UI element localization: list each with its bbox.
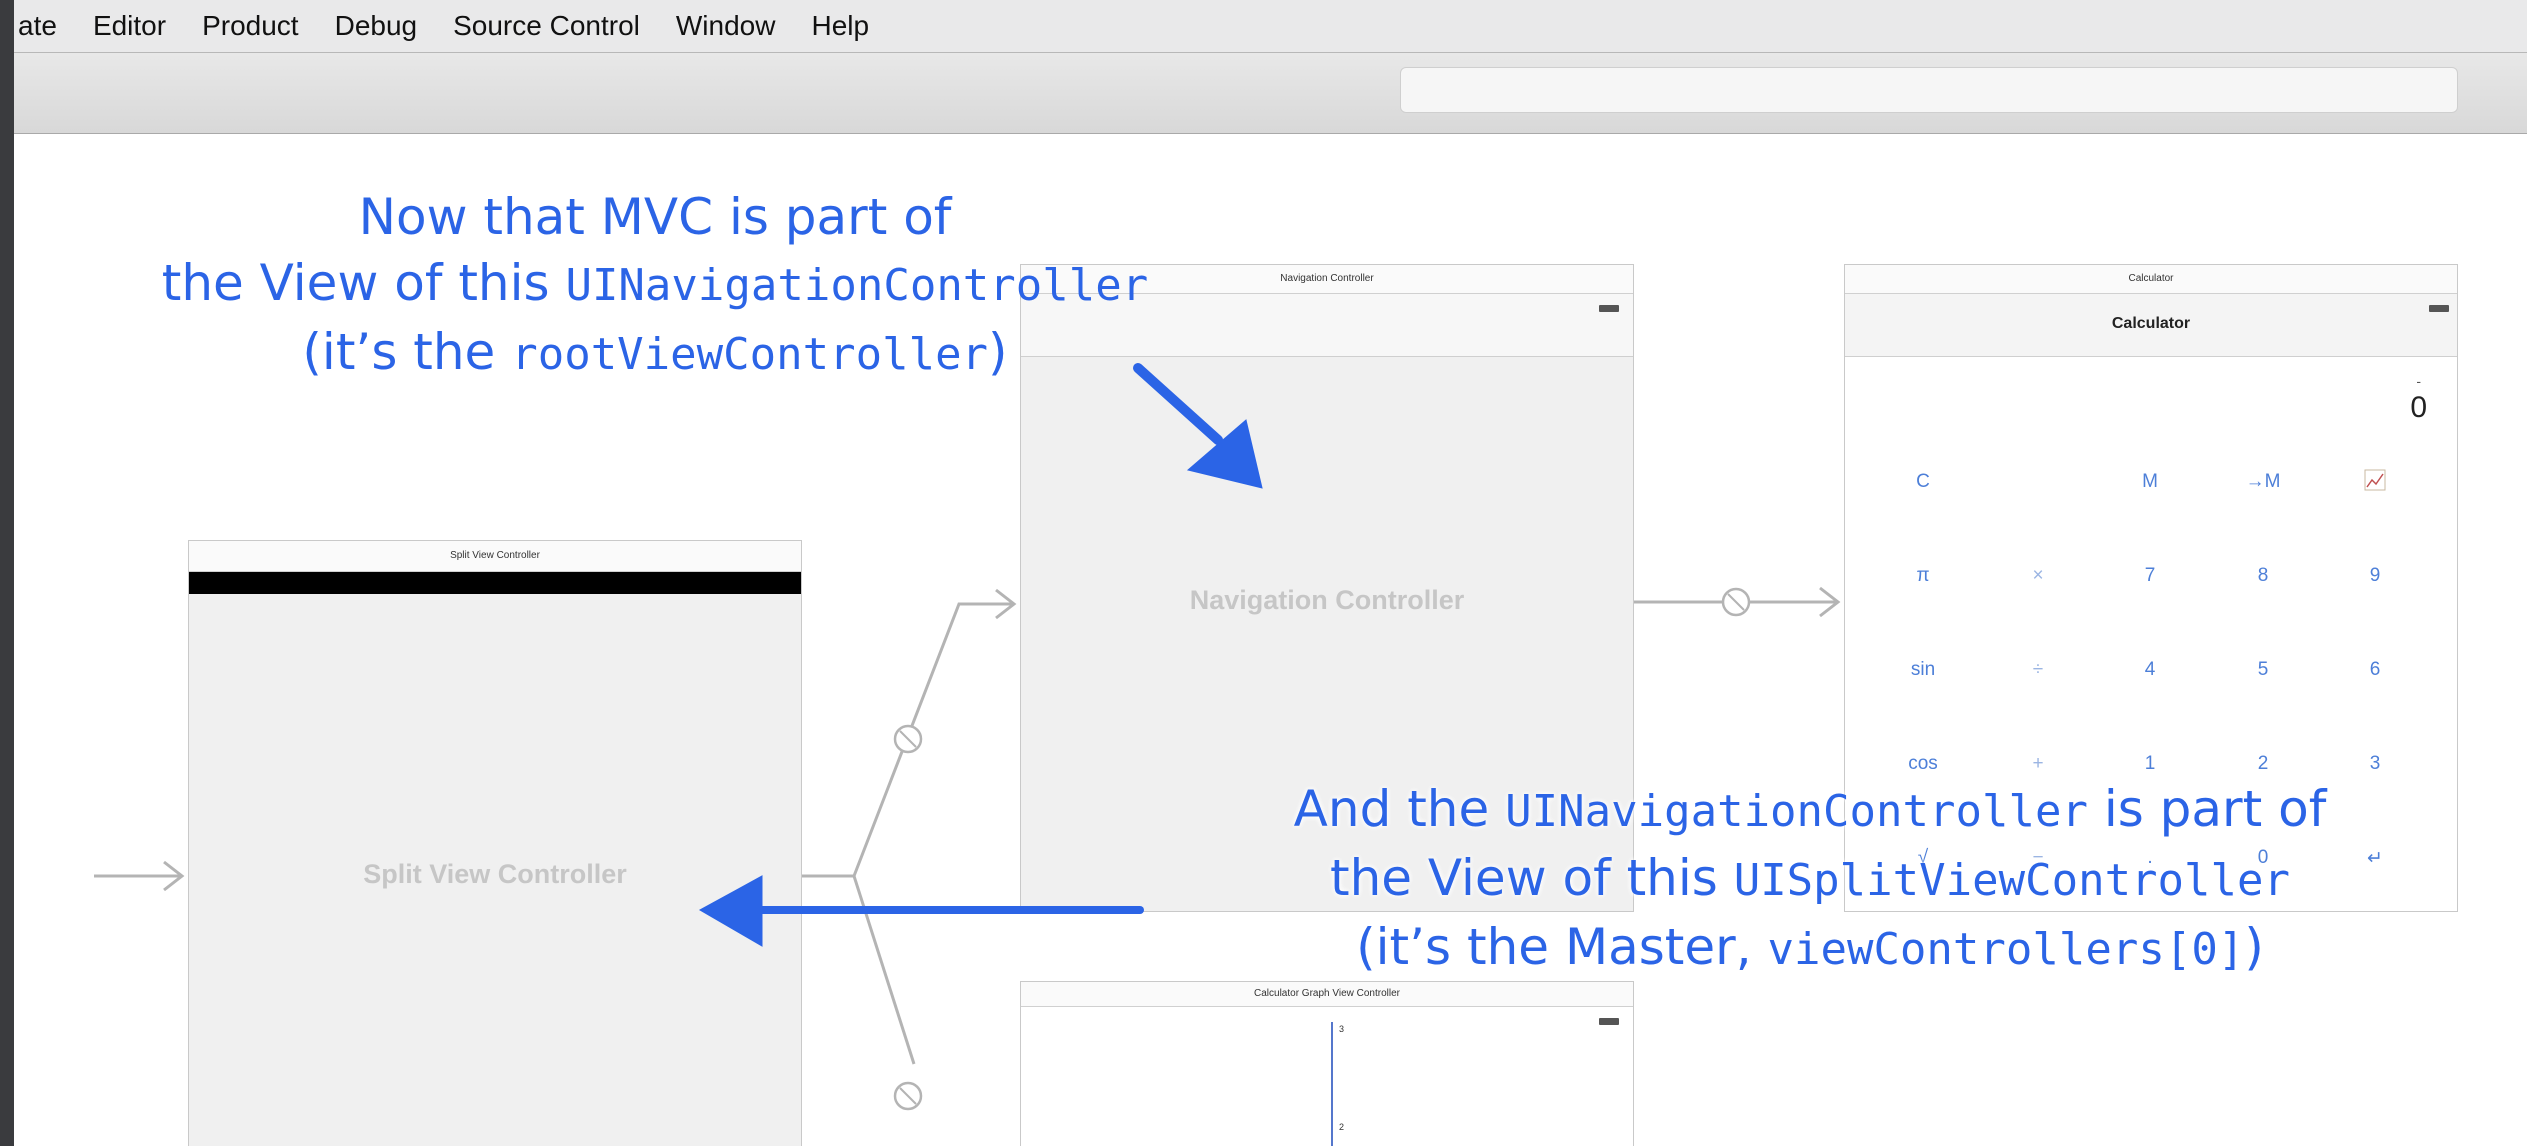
slide: ate Editor Product Debug Source Control … xyxy=(0,0,2527,1146)
annotation-text: (it’s the xyxy=(302,323,512,381)
annotation-text: is part of xyxy=(2087,780,2327,838)
annotation-bottom: And the UINavigationController is part o… xyxy=(1110,776,2510,983)
annotation-top: Now that MVC is part of the View of this… xyxy=(20,184,1290,388)
annotation-code: viewControllers[0] xyxy=(1767,924,2245,975)
annotation-code: UINavigationController xyxy=(565,260,1149,311)
annotation-text: ) xyxy=(2244,918,2264,976)
arrow-to-split-head xyxy=(698,875,763,947)
annotation-code: UISplitViewController xyxy=(1733,855,2290,906)
annotation-text: the View of this xyxy=(1329,849,1734,907)
annotation-text: the View of this xyxy=(161,254,566,312)
annotation-code: rootViewController xyxy=(511,329,989,380)
arrow-to-nav-head xyxy=(1186,419,1263,489)
annotation-code: UINavigationController xyxy=(1505,786,2088,837)
annotation-text: And the xyxy=(1293,780,1506,838)
annotation-text: Now that MVC is part of xyxy=(358,188,952,246)
annotation-text: (it’s the Master, xyxy=(1356,918,1768,976)
annotation-text: ) xyxy=(988,323,1008,381)
